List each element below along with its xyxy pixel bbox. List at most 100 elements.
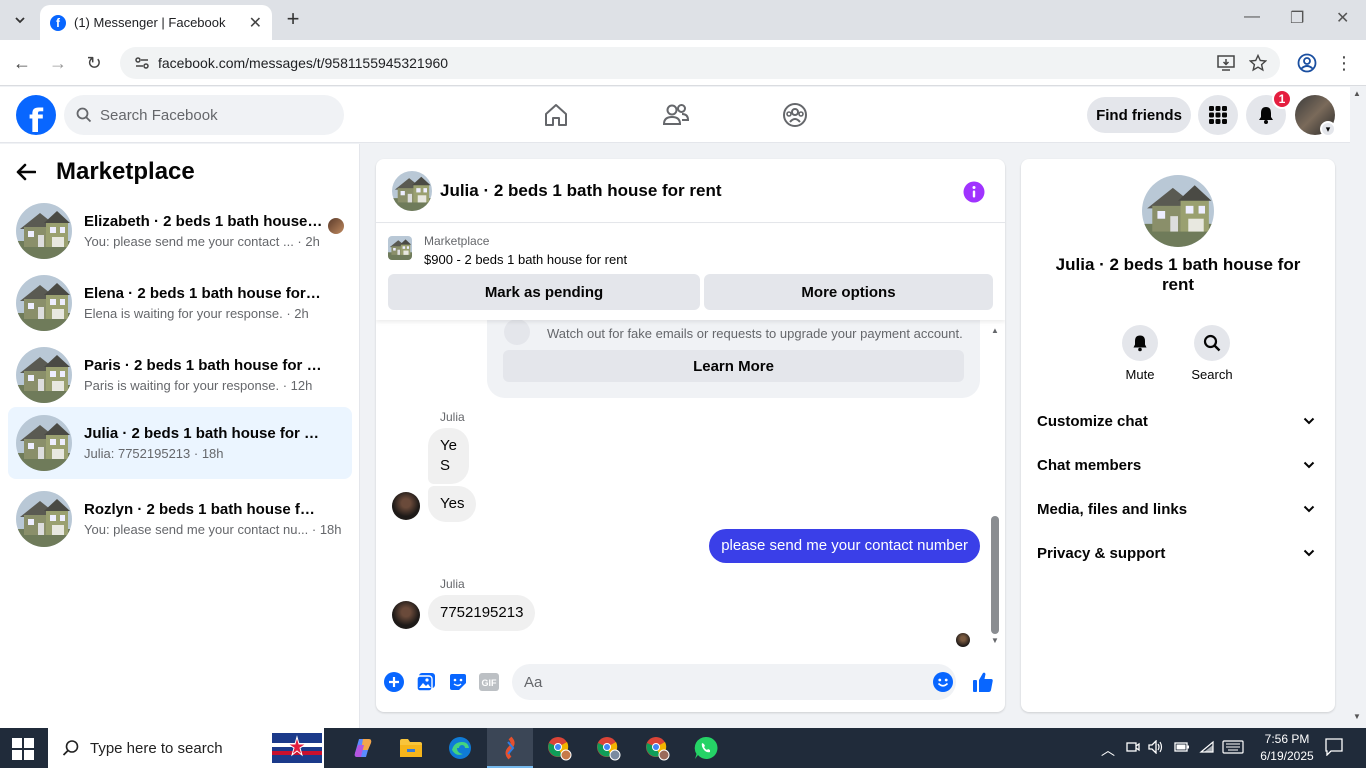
section-chat-members[interactable]: Chat members [1029,445,1327,485]
gif-icon[interactable]: GIF [478,671,500,693]
learn-more-button[interactable]: Learn More [503,350,964,382]
facebook-favicon-icon: f [50,14,66,31]
julia-avatar[interactable] [392,492,420,520]
incoming-message[interactable]: Yes [428,486,477,522]
conversation-item[interactable]: Rozlyn · 2 beds 1 bath house for rent Yo… [8,487,352,551]
conversation-name: Elena · 2 beds 1 bath house for rent [84,285,324,302]
listing-profile-image[interactable] [1142,175,1214,247]
volume-icon[interactable] [1148,739,1164,757]
scroll-down-icon[interactable]: ▼ [1353,712,1361,721]
file-explorer-icon[interactable] [397,734,425,762]
notification-center-icon[interactable] [1325,738,1343,759]
browser-menu-icon[interactable]: ⋮ [1334,53,1354,73]
section-customize-chat[interactable]: Customize chat [1029,401,1327,441]
forward-button[interactable]: → [45,50,71,76]
info-icon[interactable] [963,181,985,203]
mute-label: Mute [1125,367,1155,382]
facebook-logo[interactable]: f [16,95,56,135]
conversation-item[interactable]: Paris · 2 beds 1 bath house for rent Par… [8,343,352,407]
home-icon[interactable] [540,99,572,131]
scroll-thumb[interactable] [991,516,999,634]
keyboard-icon[interactable] [1222,740,1244,757]
photo-icon[interactable] [415,671,437,693]
section-label: Privacy & support [1037,544,1166,562]
minimize-icon[interactable]: — [1244,8,1260,26]
marketplace-listing-banner: Marketplace $900 - 2 beds 1 bath house f… [376,224,1005,320]
new-tab-button[interactable]: + [282,8,304,30]
clock-time: 7:56 PM [1264,732,1310,746]
reload-button[interactable]: ↻ [81,50,107,76]
conversation-preview: You: please send me your contact nu... ·… [84,522,342,537]
chrome-profile-icon[interactable] [545,734,573,762]
mark-as-pending-button[interactable]: Mark as pending [388,274,700,310]
section-privacy-support[interactable]: Privacy & support [1029,533,1327,573]
search-input[interactable] [100,106,320,124]
profile-icon[interactable] [1297,53,1317,73]
sticker-icon[interactable] [447,671,469,693]
conversation-preview: Elena is waiting for your response. · 2h [84,306,309,321]
message-list: Watch out for fake emails or requests to… [376,290,1005,652]
like-thumb-icon[interactable] [972,671,994,693]
search-in-chat-button[interactable]: Search [1182,325,1242,382]
battery-icon[interactable] [1174,740,1190,756]
restore-icon[interactable]: ❐ [1290,8,1304,28]
find-friends-button[interactable]: Find friends [1087,97,1191,133]
message-input[interactable] [512,664,956,700]
outgoing-message[interactable]: please send me your contact number [709,529,980,563]
chrome-profile-icon[interactable] [643,734,671,762]
search-icon [62,740,79,756]
listing-source: Marketplace [424,234,490,248]
more-options-button[interactable]: More options [704,274,993,310]
sender-name: Julia [440,577,465,591]
window-close-icon[interactable]: ✕ [1336,8,1349,28]
tab-search-dropdown[interactable] [6,6,34,34]
listing-price-title[interactable]: $900 - 2 beds 1 bath house for rent [424,252,627,267]
chrome-profile-icon[interactable] [594,734,622,762]
windows-start-icon[interactable] [12,738,34,760]
plus-icon[interactable] [383,671,405,693]
close-tab-icon[interactable]: ✕ [249,13,262,33]
conversation-item[interactable]: Elena · 2 beds 1 bath house for rent Ele… [8,271,352,335]
browser-tab[interactable]: f (1) Messenger | Facebook ✕ [40,5,272,40]
meet-now-icon[interactable] [1126,740,1140,757]
taskbar-search[interactable]: Type here to search [48,728,324,768]
facebook-search[interactable] [64,95,344,135]
conversation-name: Julia · 2 beds 1 bath house for rent [84,425,324,442]
app-icon[interactable] [496,734,524,762]
wifi-icon[interactable] [1199,740,1215,757]
incoming-message[interactable]: 7752195213 [428,595,536,631]
address-bar[interactable]: facebook.com/messages/t/9581155945321960 [120,47,1280,79]
url-text: facebook.com/messages/t/9581155945321960 [158,55,449,71]
message-scrollbar[interactable]: ▲ ▼ [991,326,999,645]
install-app-icon[interactable] [1216,53,1236,73]
julia-avatar[interactable] [392,601,420,629]
conversation-sidebar: Marketplace Elizabeth · 2 beds 1 bath ho… [0,144,360,728]
groups-icon[interactable] [779,99,811,131]
tray-chevron-up-icon[interactable]: ︿ [1101,740,1115,760]
site-settings-icon[interactable] [134,55,150,71]
system-clock[interactable]: 7:56 PM 6/19/2025 [1254,731,1320,765]
whatsapp-icon[interactable] [692,734,720,762]
emoji-icon[interactable] [932,671,954,693]
chat-title[interactable]: Julia · 2 beds 1 bath house for rent [440,181,722,201]
sidebar-title: Marketplace [56,158,195,185]
account-chevron-icon[interactable]: ▾ [1320,121,1336,137]
page-scrollbar[interactable]: ▲ ▼ [1350,87,1366,728]
scroll-up-icon[interactable]: ▲ [991,326,999,335]
bookmark-star-icon[interactable] [1248,53,1268,73]
search-icon [76,107,92,123]
chat-thumbnail[interactable] [392,171,432,211]
copilot-icon[interactable] [349,734,377,762]
back-button[interactable]: ← [9,50,35,76]
section-media-files-links[interactable]: Media, files and links [1029,489,1327,529]
incoming-message[interactable]: Ye S [428,428,469,484]
scroll-up-icon[interactable]: ▲ [1353,89,1361,98]
conversation-item[interactable]: Elizabeth · 2 beds 1 bath house f... You… [8,199,352,263]
conversation-item-active[interactable]: Julia · 2 beds 1 bath house for rent Jul… [8,407,352,479]
menu-grid-button[interactable] [1198,95,1238,135]
scroll-down-icon[interactable]: ▼ [991,636,999,645]
back-arrow-icon[interactable] [16,158,48,186]
edge-icon[interactable] [446,734,474,762]
mute-button[interactable]: Mute [1110,325,1170,382]
friends-icon[interactable] [660,99,692,131]
